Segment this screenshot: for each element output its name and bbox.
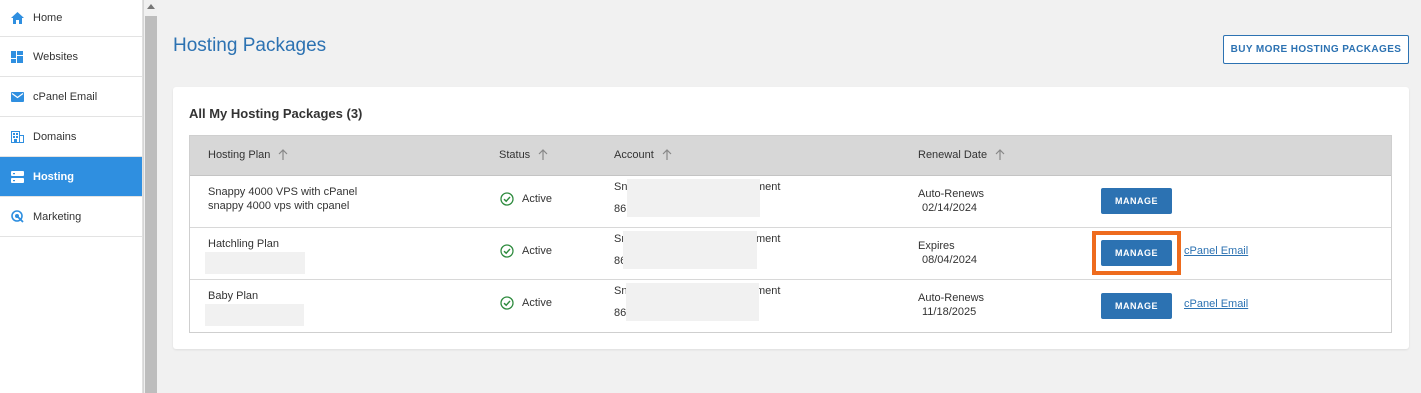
sidebar-item-websites[interactable]: Websites [0, 37, 142, 77]
sidebar-item-label: Home [33, 12, 63, 24]
renewal-type: Expires [918, 240, 955, 252]
manage-button[interactable]: MANAGE [1101, 240, 1172, 266]
sidebar-item-label: Websites [33, 50, 79, 63]
envelope-icon [10, 90, 24, 104]
status-text: Active [522, 297, 552, 309]
sort-arrow-icon[interactable] [662, 149, 672, 161]
cpanel-email-link[interactable]: cPanel Email [1184, 245, 1248, 257]
redacted-account [627, 179, 760, 217]
page-title: Hosting Packages [173, 35, 327, 56]
hosting-packages-card: All My Hosting Packages (3) Hosting Plan… [173, 87, 1409, 349]
renewal-type: Auto-Renews [918, 292, 985, 304]
scrollbar-thumb[interactable] [145, 16, 157, 393]
renewal-date: 08/04/2024 [922, 254, 978, 266]
renewal-date: 02/14/2024 [922, 202, 978, 214]
account-line-2-start: 86 [614, 203, 627, 215]
sidebar-item-marketing[interactable]: Marketing [0, 197, 142, 237]
plan-name: Hatchling Plan [208, 238, 279, 250]
marketing-icon [10, 210, 24, 224]
sidebar-item-home[interactable]: Home [0, 0, 142, 37]
cpanel-email-link[interactable]: cPanel Email [1184, 298, 1248, 310]
status-text: Active [522, 193, 552, 205]
status: Active [500, 296, 552, 310]
column-label: Status [499, 149, 531, 161]
renewal-type: Auto-Renews [918, 188, 985, 200]
card-title: All My Hosting Packages (3) [189, 106, 363, 121]
table-row: Baby Plan Active Sn ment 86 Auto-Renews … [190, 280, 1391, 332]
sort-arrow-icon[interactable] [538, 149, 548, 161]
status-text: Active [522, 245, 552, 257]
table-row: Hatchling Plan Active Sn ment 86 Expires… [190, 228, 1391, 280]
domains-icon [10, 130, 24, 144]
status: Active [500, 192, 552, 206]
table-header: Hosting Plan Status Account Renewal Date [190, 136, 1391, 176]
column-header-hosting-plan[interactable]: Hosting Plan [208, 149, 288, 161]
renewal-date: 11/18/2025 [922, 306, 977, 318]
sidebar-item-label: Hosting [33, 170, 74, 183]
manage-button[interactable]: MANAGE [1101, 293, 1172, 319]
plan-name: Baby Plan [208, 290, 259, 302]
sidebar-item-hosting[interactable]: Hosting [0, 157, 142, 197]
plan-name: Snappy 4000 VPS with cPanel [208, 186, 358, 198]
column-header-renewal-date[interactable]: Renewal Date [918, 149, 1005, 161]
plan-subtitle: snappy 4000 vps with cpanel [208, 200, 350, 212]
redacted-account [626, 283, 759, 321]
server-icon [10, 170, 24, 184]
sidebar-item-cpanel-email[interactable]: cPanel Email [0, 77, 142, 117]
check-circle-icon [500, 296, 514, 310]
column-header-status[interactable]: Status [499, 149, 548, 161]
sort-arrow-icon[interactable] [995, 149, 1005, 161]
hosting-table: Hosting Plan Status Account Renewal Date… [189, 135, 1392, 333]
websites-icon [10, 50, 24, 64]
sidebar-item-domains[interactable]: Domains [0, 117, 142, 157]
check-circle-icon [500, 192, 514, 206]
status: Active [500, 244, 552, 258]
scroll-up-arrow-icon[interactable] [147, 4, 155, 9]
buy-more-hosting-button[interactable]: BUY MORE HOSTING PACKAGES [1223, 35, 1409, 64]
account-line-2-start: 86 [614, 307, 627, 319]
account-line-1-end: ment [756, 285, 781, 297]
sidebar-item-label: cPanel Email [33, 90, 98, 103]
sort-arrow-icon[interactable] [278, 149, 288, 161]
table-row: Snappy 4000 VPS with cPanel snappy 4000 … [190, 176, 1391, 228]
check-circle-icon [500, 244, 514, 258]
column-label: Renewal Date [918, 149, 988, 161]
redacted-plan-domain [205, 252, 305, 274]
sidebar: Home Websites cPanel Email Domains Hosti… [0, 0, 143, 393]
manage-button[interactable]: MANAGE [1101, 188, 1172, 214]
redacted-account [623, 231, 757, 269]
redacted-plan-domain [205, 304, 304, 326]
home-icon [10, 11, 24, 25]
account-line-1-start: Sn [614, 181, 628, 193]
sidebar-scrollbar[interactable] [143, 0, 157, 393]
sidebar-item-label: Domains [33, 130, 77, 143]
sidebar-item-label: Marketing [33, 210, 82, 223]
column-label: Hosting Plan [208, 149, 271, 161]
account-line-1-end: ment [756, 233, 781, 245]
column-label: Account [614, 149, 654, 161]
column-header-account[interactable]: Account [614, 149, 672, 161]
